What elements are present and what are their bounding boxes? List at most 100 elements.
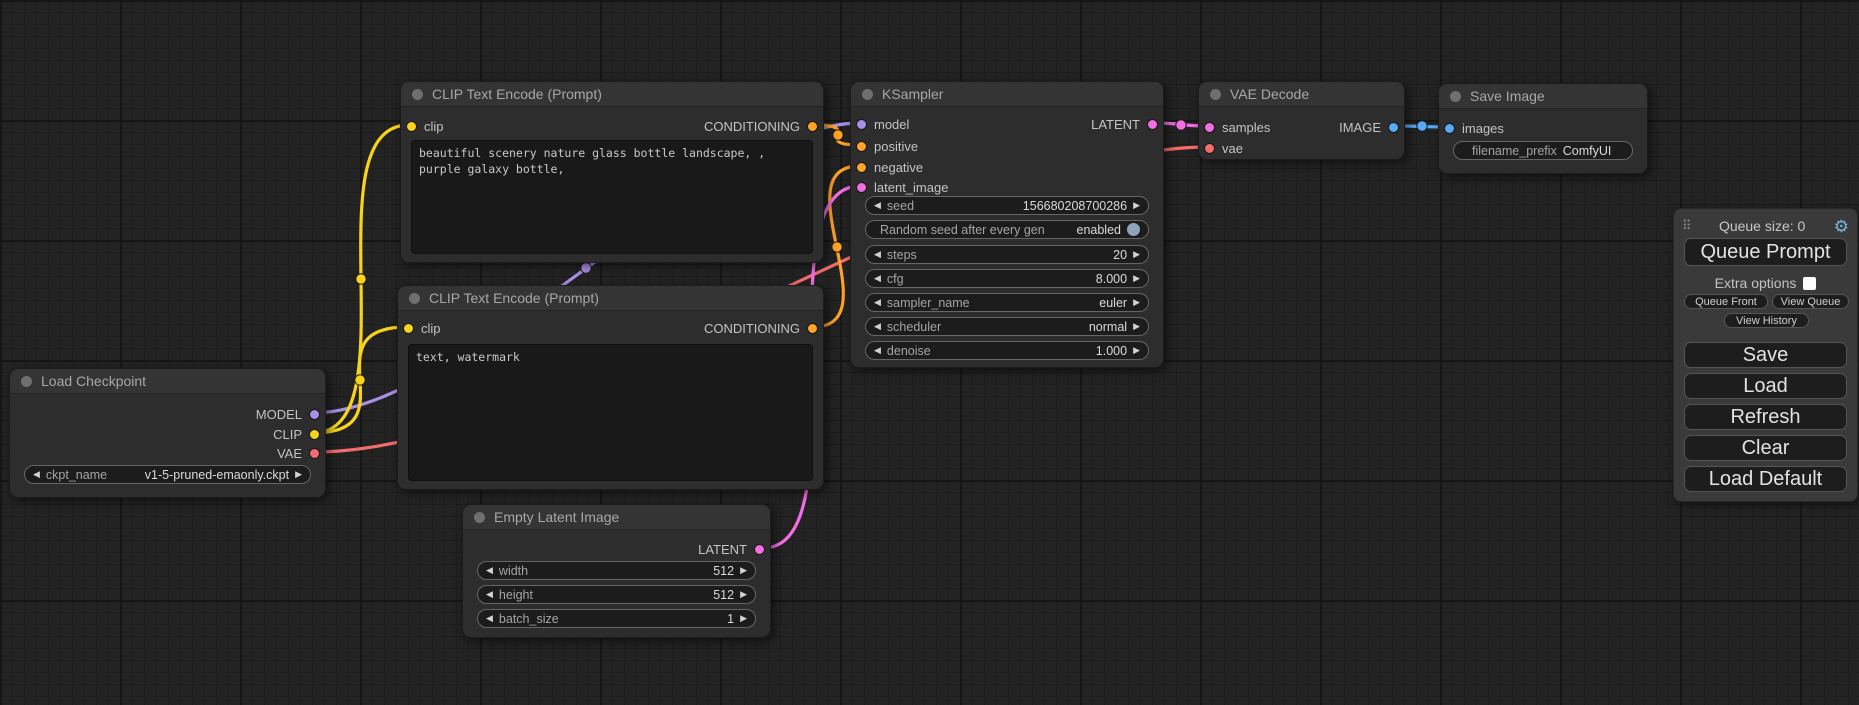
input-port-images[interactable]: images — [1444, 120, 1504, 137]
arrow-right-icon[interactable]: ▶ — [740, 566, 747, 575]
extra-options-checkbox[interactable] — [1803, 277, 1816, 290]
node-clip-text-encode-positive[interactable]: CLIP Text Encode (Prompt) clip CONDITION… — [400, 81, 824, 263]
arrow-left-icon[interactable]: ◀ — [874, 298, 881, 307]
port-dot-conditioning[interactable] — [856, 162, 867, 173]
output-port-conditioning[interactable]: CONDITIONING — [704, 320, 818, 337]
port-dot-conditioning[interactable] — [856, 141, 867, 152]
load-default-button[interactable]: Load Default — [1684, 466, 1847, 492]
widget-seed[interactable]: ◀ seed 156680208700286 ▶ — [865, 196, 1149, 215]
output-port-latent[interactable]: LATENT — [1091, 116, 1158, 133]
settings-gear-icon[interactable]: ⚙ — [1834, 218, 1849, 235]
collapse-dot-icon[interactable] — [474, 512, 485, 523]
collapse-dot-icon[interactable] — [21, 376, 32, 387]
output-port-latent[interactable]: LATENT — [698, 541, 765, 558]
widget-width[interactable]: ◀ width 512 ▶ — [477, 561, 756, 580]
port-dot-vae[interactable] — [309, 448, 320, 459]
arrow-left-icon[interactable]: ◀ — [874, 346, 881, 355]
input-port-clip[interactable]: clip — [403, 320, 441, 337]
refresh-button[interactable]: Refresh — [1684, 404, 1847, 430]
input-port-latent-image[interactable]: latent_image — [856, 179, 948, 196]
arrow-left-icon[interactable]: ◀ — [874, 250, 881, 259]
port-dot-model[interactable] — [856, 119, 867, 130]
collapse-dot-icon[interactable] — [1450, 91, 1461, 102]
load-button[interactable]: Load — [1684, 373, 1847, 399]
input-port-clip[interactable]: clip — [406, 118, 444, 135]
node-ksampler[interactable]: KSampler model positive negative latent_… — [850, 81, 1164, 368]
input-port-samples[interactable]: samples — [1204, 119, 1270, 136]
input-port-positive[interactable]: positive — [856, 138, 918, 155]
input-port-negative[interactable]: negative — [856, 159, 923, 176]
queue-prompt-button[interactable]: Queue Prompt — [1684, 238, 1847, 266]
view-queue-button[interactable]: View Queue — [1772, 294, 1849, 309]
collapse-dot-icon[interactable] — [409, 293, 420, 304]
port-dot-conditioning[interactable] — [807, 323, 818, 334]
queue-panel[interactable]: ⠿ Queue size: 0 ⚙ Queue Prompt Extra opt… — [1673, 208, 1858, 502]
drag-handle-icon[interactable]: ⠿ — [1682, 218, 1691, 234]
node-header[interactable]: CLIP Text Encode (Prompt) — [401, 82, 823, 107]
node-save-image[interactable]: Save Image images filename_prefix ComfyU… — [1438, 83, 1648, 174]
save-button[interactable]: Save — [1684, 342, 1847, 368]
prompt-text-input[interactable]: text, watermark — [408, 344, 813, 481]
arrow-left-icon[interactable]: ◀ — [33, 470, 40, 479]
output-port-model[interactable]: MODEL — [256, 406, 320, 423]
arrow-right-icon[interactable]: ▶ — [295, 470, 302, 479]
port-dot-model[interactable] — [309, 409, 320, 420]
node-header[interactable]: Empty Latent Image — [463, 505, 770, 530]
port-dot-latent[interactable] — [1147, 119, 1158, 130]
queue-front-button[interactable]: Queue Front — [1684, 294, 1768, 309]
port-dot-image[interactable] — [1444, 123, 1455, 134]
arrow-right-icon[interactable]: ▶ — [740, 590, 747, 599]
node-vae-decode[interactable]: VAE Decode samples vae IMAGE — [1198, 81, 1405, 160]
collapse-dot-icon[interactable] — [412, 89, 423, 100]
clear-button[interactable]: Clear — [1684, 435, 1847, 461]
node-header[interactable]: Load Checkpoint — [10, 369, 325, 394]
port-dot-clip[interactable] — [309, 429, 320, 440]
widget-cfg[interactable]: ◀ cfg 8.000 ▶ — [865, 269, 1149, 288]
widget-height[interactable]: ◀ height 512 ▶ — [477, 585, 756, 604]
prompt-text-input[interactable]: beautiful scenery nature glass bottle la… — [411, 140, 813, 254]
output-port-image[interactable]: IMAGE — [1339, 119, 1399, 136]
node-clip-text-encode-negative[interactable]: CLIP Text Encode (Prompt) clip CONDITION… — [397, 285, 824, 490]
node-header[interactable]: VAE Decode — [1199, 82, 1404, 107]
arrow-right-icon[interactable]: ▶ — [740, 614, 747, 623]
arrow-left-icon[interactable]: ◀ — [874, 322, 881, 331]
node-load-checkpoint[interactable]: Load Checkpoint MODEL CLIP VAE ◀ ckpt_na… — [9, 368, 326, 498]
port-dot-vae[interactable] — [1204, 143, 1215, 154]
output-port-conditioning[interactable]: CONDITIONING — [704, 118, 818, 135]
widget-ckpt-name[interactable]: ◀ ckpt_name v1-5-pruned-emaonly.ckpt ▶ — [24, 465, 311, 484]
arrow-right-icon[interactable]: ▶ — [1133, 274, 1140, 283]
arrow-left-icon[interactable]: ◀ — [874, 201, 881, 210]
port-dot-conditioning[interactable] — [807, 121, 818, 132]
arrow-right-icon[interactable]: ▶ — [1133, 250, 1140, 259]
widget-scheduler[interactable]: ◀ scheduler normal ▶ — [865, 317, 1149, 336]
port-dot-image[interactable] — [1388, 122, 1399, 133]
collapse-dot-icon[interactable] — [862, 89, 873, 100]
input-port-model[interactable]: model — [856, 116, 909, 133]
node-header[interactable]: CLIP Text Encode (Prompt) — [398, 286, 823, 311]
arrow-right-icon[interactable]: ▶ — [1133, 298, 1140, 307]
output-port-vae[interactable]: VAE — [277, 445, 320, 462]
port-dot-latent[interactable] — [754, 544, 765, 555]
output-port-clip[interactable]: CLIP — [273, 426, 320, 443]
widget-denoise[interactable]: ◀ denoise 1.000 ▶ — [865, 341, 1149, 360]
port-dot-clip[interactable] — [403, 323, 414, 334]
widget-steps[interactable]: ◀ steps 20 ▶ — [865, 245, 1149, 264]
node-header[interactable]: KSampler — [851, 82, 1163, 107]
widget-sampler-name[interactable]: ◀ sampler_name euler ▶ — [865, 293, 1149, 312]
view-history-button[interactable]: View History — [1724, 313, 1809, 328]
arrow-right-icon[interactable]: ▶ — [1133, 346, 1140, 355]
arrow-right-icon[interactable]: ▶ — [1133, 201, 1140, 210]
arrow-left-icon[interactable]: ◀ — [874, 274, 881, 283]
input-port-vae[interactable]: vae — [1204, 140, 1243, 157]
toggle-enabled-icon[interactable] — [1127, 223, 1140, 236]
node-header[interactable]: Save Image — [1439, 84, 1647, 109]
arrow-left-icon[interactable]: ◀ — [486, 566, 493, 575]
widget-random-seed-toggle[interactable]: Random seed after every gen enabled — [865, 220, 1149, 239]
port-dot-latent[interactable] — [856, 182, 867, 193]
collapse-dot-icon[interactable] — [1210, 89, 1221, 100]
port-dot-latent[interactable] — [1204, 122, 1215, 133]
arrow-left-icon[interactable]: ◀ — [486, 614, 493, 623]
arrow-left-icon[interactable]: ◀ — [486, 590, 493, 599]
widget-batch-size[interactable]: ◀ batch_size 1 ▶ — [477, 609, 756, 628]
widget-filename-prefix[interactable]: filename_prefix ComfyUI — [1453, 141, 1633, 160]
